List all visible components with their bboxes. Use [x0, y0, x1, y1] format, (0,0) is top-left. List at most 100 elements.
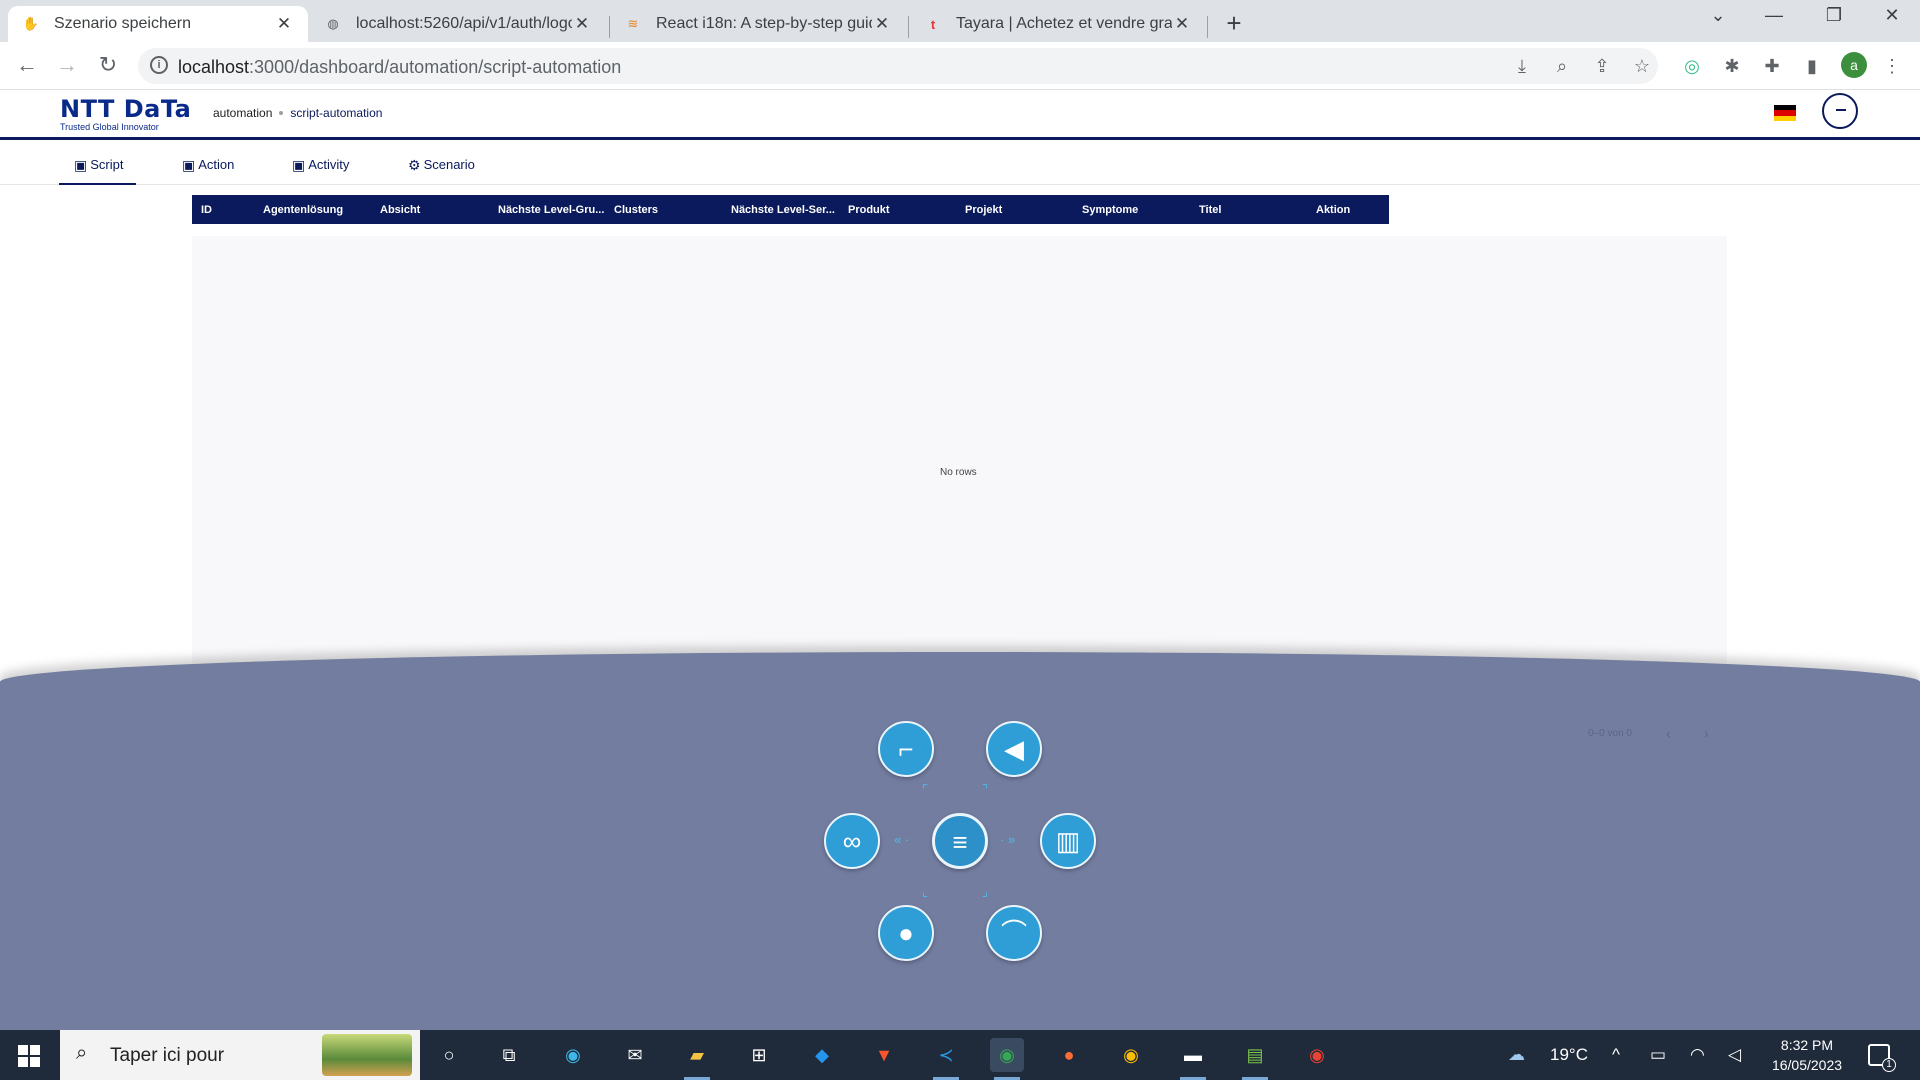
- tab-script[interactable]: ▣ Script: [58, 151, 138, 185]
- chat-icon[interactable]: ●: [878, 905, 934, 961]
- share-icon[interactable]: ⇪: [1590, 54, 1614, 78]
- prev-page-icon[interactable]: ‹: [1666, 725, 1671, 741]
- ntt-data-logo[interactable]: NTT DaTa Trusted Global Innovator: [60, 96, 191, 132]
- tab-title: Szenario speichern: [54, 15, 191, 32]
- puzzle-icon[interactable]: ✚: [1760, 54, 1784, 78]
- terminal-app-icon[interactable]: ▬: [1176, 1038, 1210, 1080]
- column-header-agent-solution[interactable]: Agentenlösung: [263, 204, 343, 216]
- notepad-icon[interactable]: ▤: [1238, 1038, 1272, 1080]
- column-header-product[interactable]: Produkt: [848, 204, 890, 216]
- file-explorer-icon[interactable]: ▰: [680, 1038, 714, 1080]
- browser-tab-1[interactable]: ✋ Szenario speichern ✕: [8, 6, 308, 42]
- tab-title: Tayara | Achetez et vendre gratuit: [956, 15, 1172, 32]
- tab-label: Action: [198, 157, 235, 172]
- new-tab-button[interactable]: +: [1222, 8, 1246, 39]
- back-icon[interactable]: ←: [13, 52, 41, 78]
- globe-icon: ◍: [327, 16, 339, 31]
- next-page-icon[interactable]: ›: [1704, 725, 1709, 741]
- menu-icon[interactable]: ≡: [932, 813, 988, 869]
- tab-title: React i18n: A step-by-step guide: [656, 15, 872, 32]
- minimize-icon[interactable]: —: [1754, 5, 1794, 26]
- search-placeholder: Taper ici pour: [110, 1045, 225, 1066]
- chrome-icon[interactable]: ◉: [1114, 1038, 1148, 1072]
- battery-icon[interactable]: ▭: [1650, 1030, 1666, 1080]
- restore-icon[interactable]: ❐: [1814, 5, 1854, 26]
- brave-icon[interactable]: ▼: [867, 1038, 901, 1072]
- wifi-icon[interactable]: ◠: [1690, 1030, 1705, 1080]
- forward-icon[interactable]: →: [53, 52, 81, 78]
- clock-date: 16/05/2023: [1771, 1057, 1843, 1073]
- tab-label: Scenario: [423, 157, 475, 172]
- tray-chevron-icon[interactable]: ^: [1612, 1030, 1620, 1080]
- column-header-next-level-group[interactable]: Nächste Level-Gru...: [498, 204, 604, 216]
- tayara-icon: t: [930, 16, 936, 32]
- bug-extension-icon[interactable]: ✱: [1720, 54, 1744, 78]
- zoom-icon[interactable]: ⌕: [1550, 54, 1574, 78]
- column-header-clusters[interactable]: Clusters: [614, 204, 658, 216]
- docker-icon[interactable]: ◆: [805, 1038, 839, 1072]
- tab-divider: [908, 16, 909, 38]
- column-header-id[interactable]: ID: [201, 204, 212, 216]
- terminal-icon[interactable]: ⌐: [878, 721, 934, 777]
- bookmark-star-icon[interactable]: ☆: [1630, 54, 1654, 78]
- window-close-icon[interactable]: ✕: [1872, 5, 1912, 26]
- close-icon[interactable]: ✕: [572, 14, 592, 34]
- logout-icon[interactable]: [1822, 93, 1858, 129]
- german-flag-icon[interactable]: [1774, 105, 1796, 121]
- url-text: localhost:3000/dashboard/automation/scri…: [178, 57, 621, 78]
- column-header-title[interactable]: Titel: [1199, 204, 1221, 216]
- cortana-icon[interactable]: ○: [432, 1038, 466, 1072]
- action-icon: ▣: [182, 157, 196, 173]
- taskbar-search[interactable]: ⌕ Taper ici pour: [60, 1030, 420, 1080]
- windows-taskbar: ⌕ Taper ici pour ○ ⧉ ◉ ✉ ▰ ⊞ ◆ ▼ ≺ ◉ ● ◉…: [0, 1030, 1920, 1080]
- browser-tab-2[interactable]: ◍ localhost:5260/api/v1/auth/logou ✕: [310, 6, 606, 42]
- taskbar-clock[interactable]: 8:32 PM 16/05/2023: [1762, 1035, 1852, 1075]
- column-header-intent[interactable]: Absicht: [380, 204, 420, 216]
- browser-menu-icon[interactable]: ⋮: [1880, 54, 1904, 78]
- send-icon[interactable]: ◀: [986, 721, 1042, 777]
- close-icon[interactable]: ✕: [872, 14, 892, 34]
- side-panel-icon[interactable]: ▮: [1800, 54, 1824, 78]
- close-icon[interactable]: ✕: [274, 14, 294, 34]
- search-icon: ⌕: [76, 1042, 88, 1064]
- volume-icon[interactable]: ◁: [1728, 1030, 1741, 1080]
- chart-icon[interactable]: ▥: [1040, 813, 1096, 869]
- reload-icon[interactable]: ↻: [94, 52, 122, 78]
- profile-avatar[interactable]: a: [1841, 52, 1867, 78]
- postman-icon[interactable]: ●: [1052, 1038, 1086, 1072]
- column-header-project[interactable]: Projekt: [965, 204, 1002, 216]
- store-icon[interactable]: ⊞: [742, 1038, 776, 1072]
- install-icon[interactable]: ⤓: [1510, 54, 1534, 78]
- weather-icon[interactable]: ☁: [1508, 1030, 1525, 1080]
- site-info-icon[interactable]: i: [150, 56, 168, 74]
- mail-icon[interactable]: ✉: [618, 1038, 652, 1072]
- tab-title: localhost:5260/api/v1/auth/logou: [356, 15, 572, 32]
- route-icon[interactable]: ⌒: [986, 905, 1042, 961]
- tab-activity[interactable]: ▣ Activity: [292, 151, 349, 185]
- browser-tab-3[interactable]: ≋ React i18n: A step-by-step guide ✕: [610, 6, 906, 42]
- column-header-next-level-service[interactable]: Nächste Level-Ser...: [731, 204, 835, 216]
- weather-temp[interactable]: 19°C: [1550, 1030, 1588, 1080]
- column-header-symptoms[interactable]: Symptome: [1082, 204, 1138, 216]
- breadcrumb-item[interactable]: automation: [213, 106, 272, 120]
- column-header-action[interactable]: Aktion: [1316, 204, 1350, 216]
- notification-icon[interactable]: 1: [1868, 1044, 1896, 1072]
- tab-label: Activity: [308, 157, 350, 172]
- chrome-active-icon[interactable]: ◉: [990, 1038, 1024, 1080]
- address-bar[interactable]: i localhost:3000/dashboard/automation/sc…: [138, 48, 1658, 84]
- close-icon[interactable]: ✕: [1172, 14, 1192, 34]
- extension-circle-icon[interactable]: ◎: [1680, 54, 1704, 78]
- tab-scenario[interactable]: ⚙ Scenario: [408, 151, 475, 185]
- chevron-right-icon: · »: [1000, 832, 1016, 847]
- vscode-icon[interactable]: ≺: [929, 1038, 963, 1080]
- url-path: :3000/dashboard/automation/script-automa…: [249, 57, 622, 77]
- browser-tab-4[interactable]: t Tayara | Achetez et vendre gratuit ✕: [910, 6, 1206, 42]
- link-icon[interactable]: ∞: [824, 813, 880, 869]
- edge-icon[interactable]: ◉: [556, 1038, 590, 1072]
- breadcrumb-separator: [279, 111, 284, 115]
- tab-action[interactable]: ▣ Action: [182, 151, 234, 185]
- tab-search-icon[interactable]: ⌄: [1698, 5, 1738, 26]
- chrome-profile-icon[interactable]: ◉: [1300, 1038, 1334, 1072]
- windows-start-icon[interactable]: [18, 1045, 40, 1067]
- task-view-icon[interactable]: ⧉: [492, 1038, 526, 1072]
